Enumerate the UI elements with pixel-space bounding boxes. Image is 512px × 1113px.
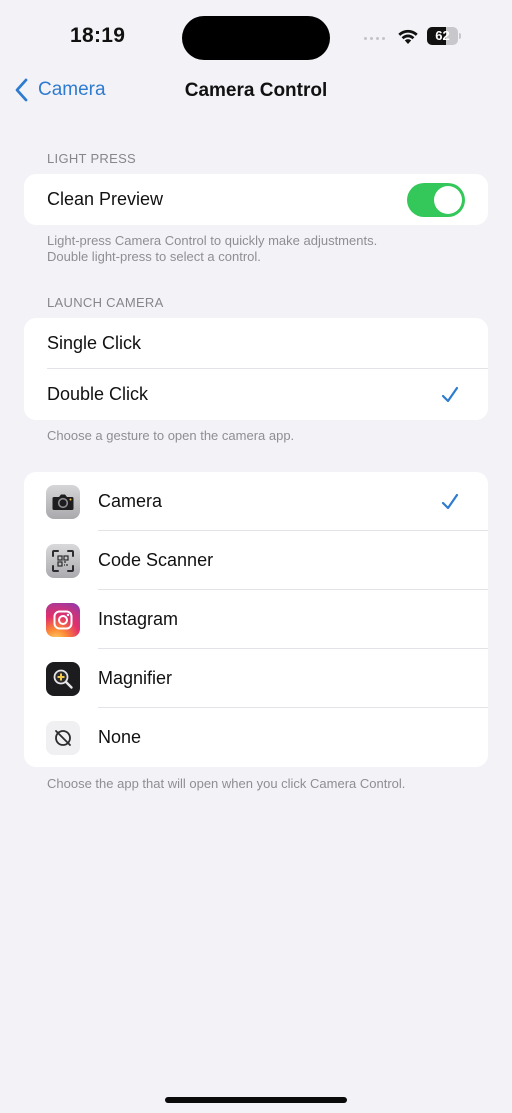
battery-level: 62 <box>435 28 450 43</box>
section-header-light-press: LIGHT PRESS <box>47 151 137 166</box>
clean-preview-toggle[interactable] <box>407 183 465 217</box>
none-icon <box>46 720 80 755</box>
app-option-camera[interactable]: Camera <box>24 472 488 531</box>
cellular-signal-icon <box>364 37 385 40</box>
option-label: Single Click <box>47 333 142 353</box>
clean-preview-row: Clean Preview <box>24 174 488 225</box>
toggle-knob <box>434 186 462 214</box>
option-double-click[interactable]: Double Click <box>24 369 488 420</box>
light-press-card: Clean Preview <box>24 174 488 225</box>
magnifier-icon <box>46 661 80 696</box>
instagram-icon <box>46 602 80 637</box>
navigation-bar: Camera Camera Control <box>0 72 512 112</box>
dynamic-island <box>182 16 330 60</box>
app-option-code-scanner[interactable]: Code Scanner <box>24 531 488 590</box>
app-option-none[interactable]: None <box>24 708 488 767</box>
section-header-launch-camera: LAUNCH CAMERA <box>47 295 164 310</box>
option-label: Double Click <box>47 384 149 404</box>
app-label: Instagram <box>98 609 179 629</box>
launch-camera-footer: Choose a gesture to open the camera app. <box>47 428 295 443</box>
app-label: Camera <box>98 491 163 511</box>
wifi-icon <box>398 29 418 44</box>
code-scanner-icon <box>46 543 80 578</box>
app-label: Magnifier <box>98 668 173 688</box>
battery-icon: 62 <box>427 27 461 45</box>
light-press-footer: Light-press Camera Control to quickly ma… <box>47 233 377 265</box>
light-press-footer-line2: Double light-press to select a control. <box>47 249 261 264</box>
clean-preview-label: Clean Preview <box>47 189 164 209</box>
app-label: None <box>98 727 142 747</box>
status-bar: 18:19 62 <box>0 0 512 72</box>
checkmark-icon <box>441 493 459 509</box>
camera-app-icon <box>46 484 80 519</box>
light-press-footer-line1: Light-press Camera Control to quickly ma… <box>47 233 378 248</box>
option-single-click[interactable]: Single Click <box>24 318 488 369</box>
apps-footer: Choose the app that will open when you c… <box>47 776 406 791</box>
checkmark-icon <box>441 386 459 402</box>
app-option-instagram[interactable]: Instagram <box>24 590 488 649</box>
home-indicator[interactable] <box>165 1097 347 1103</box>
app-option-magnifier[interactable]: Magnifier <box>24 649 488 708</box>
launch-camera-card: Single Click Double Click <box>24 318 488 420</box>
status-time: 18:19 <box>70 24 126 47</box>
app-selection-card: Camera Code Scanner Instagram Magnifier … <box>24 472 488 767</box>
app-label: Code Scanner <box>98 550 214 570</box>
page-title: Camera Control <box>184 80 328 101</box>
